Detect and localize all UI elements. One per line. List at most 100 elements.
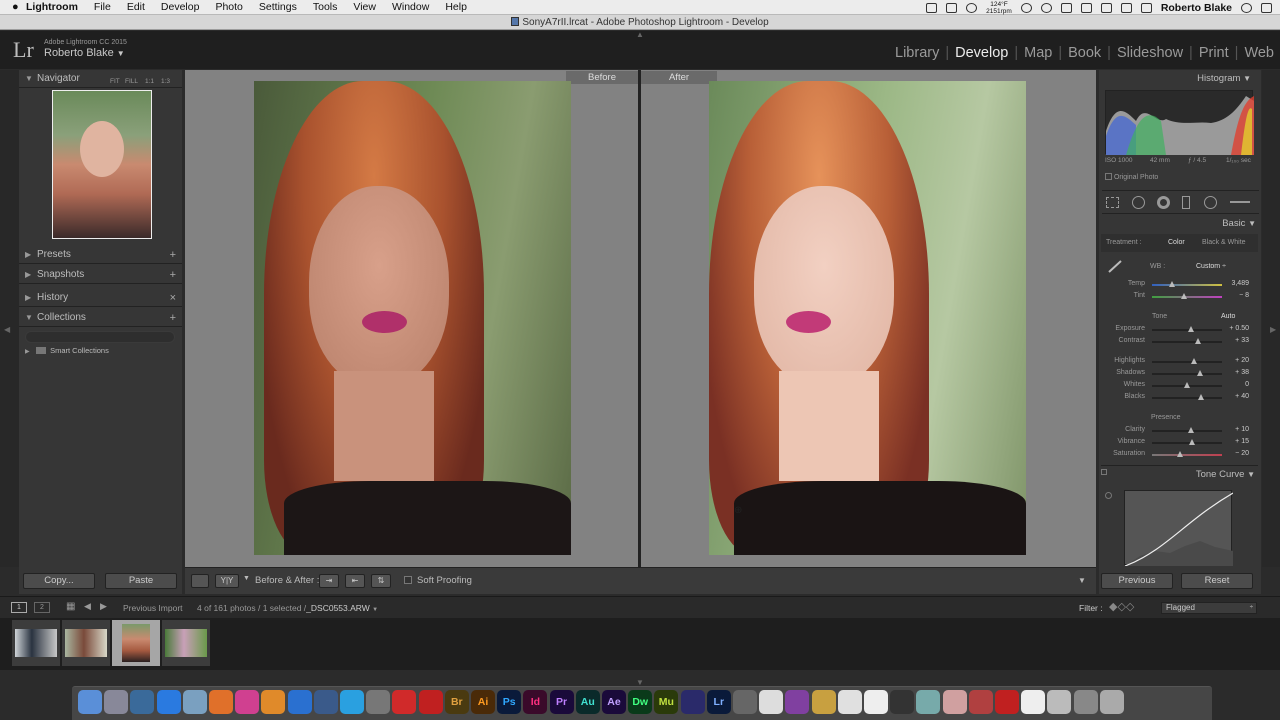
eyedropper-icon[interactable] xyxy=(1106,258,1128,274)
loupe-view-button[interactable] xyxy=(191,574,209,588)
slider-knob[interactable] xyxy=(1187,326,1194,332)
grid-view-icon[interactable]: ▦ xyxy=(66,601,75,612)
slider-knob[interactable] xyxy=(1195,338,1202,344)
dock-firefox-icon[interactable] xyxy=(209,690,233,714)
menu-file[interactable]: File xyxy=(94,1,111,13)
after-photo[interactable] xyxy=(709,81,1026,555)
dock-calendar-icon[interactable] xyxy=(864,690,888,714)
slider-knob[interactable] xyxy=(1184,382,1190,388)
source-label[interactable]: Previous Import xyxy=(123,603,183,613)
menu-app[interactable]: Lightroom xyxy=(26,1,78,13)
forward-arrow-icon[interactable]: ▶ xyxy=(100,601,107,612)
auto-button[interactable]: Auto xyxy=(1221,313,1235,320)
module-book[interactable]: Book xyxy=(1062,45,1107,61)
menu-develop[interactable]: Develop xyxy=(161,1,200,13)
battery-icon[interactable] xyxy=(1140,2,1152,13)
slider-value[interactable]: + 40 xyxy=(1223,393,1249,400)
dock-photos2-icon[interactable] xyxy=(916,690,941,714)
smart-collections-item[interactable]: ▶ Smart Collections xyxy=(25,346,109,355)
reset-button[interactable]: Reset xyxy=(1181,573,1253,589)
menu-photo[interactable]: Photo xyxy=(215,1,242,13)
filmstrip-thumb[interactable] xyxy=(12,620,60,666)
dock-mission-icon[interactable] xyxy=(130,690,155,714)
dock-filezilla-icon[interactable] xyxy=(995,690,1019,714)
slider-track[interactable] xyxy=(1152,454,1222,456)
slider-value[interactable]: + 38 xyxy=(1223,369,1249,376)
add-snapshot-icon[interactable]: + xyxy=(170,266,176,284)
left-panel-toggle-icon[interactable]: ◀ xyxy=(4,325,10,334)
before-photo[interactable] xyxy=(254,81,571,555)
nav-1to1[interactable]: 1:1 xyxy=(145,73,154,91)
panel-switch-icon[interactable] xyxy=(1101,469,1107,475)
dock-lr-icon[interactable]: Lr xyxy=(706,690,731,714)
slider-knob[interactable] xyxy=(1177,451,1183,457)
collections-search-input[interactable] xyxy=(25,331,175,343)
dock-br-icon[interactable]: Br xyxy=(444,690,469,714)
dock-ibooks-icon[interactable] xyxy=(261,690,286,714)
filmstrip-thumb[interactable] xyxy=(162,620,210,666)
menu-edit[interactable]: Edit xyxy=(127,1,145,13)
swap-button[interactable]: ⇅ xyxy=(371,574,391,588)
histogram-header[interactable]: Histogram ▼ xyxy=(1197,73,1251,84)
slider-track[interactable] xyxy=(1152,397,1222,399)
presets-header[interactable]: ▶ Presets + xyxy=(19,246,182,264)
history-header[interactable]: ▶ History × xyxy=(19,289,182,307)
cloud-icon[interactable] xyxy=(966,2,978,13)
slider-value[interactable]: − 20 xyxy=(1223,450,1249,457)
crop-icon[interactable] xyxy=(1106,197,1119,208)
snapshots-header[interactable]: ▶ Snapshots + xyxy=(19,266,182,284)
module-develop[interactable]: Develop xyxy=(949,45,1014,61)
user-plate[interactable]: Roberto Blake ▼ xyxy=(44,47,125,59)
dock-ps-icon[interactable]: Ps xyxy=(497,690,522,714)
module-slideshow[interactable]: Slideshow xyxy=(1111,45,1189,61)
chevron-down-icon[interactable]: ▼ xyxy=(243,575,250,582)
module-web[interactable]: Web xyxy=(1238,45,1280,61)
dock-files-icon[interactable] xyxy=(1047,690,1072,714)
adjustment-brush-icon[interactable] xyxy=(1230,201,1250,203)
dock-launchpad-icon[interactable] xyxy=(104,690,129,714)
dock-acrobat-icon[interactable] xyxy=(418,690,443,714)
slider-track[interactable] xyxy=(1152,341,1222,343)
temperature-readout[interactable]: 124°F 2151rpm xyxy=(986,1,1012,15)
dock-piano-icon[interactable] xyxy=(890,690,915,714)
nav-fill[interactable]: FILL xyxy=(125,73,138,91)
target-adjust-icon[interactable] xyxy=(1105,492,1112,499)
dock-onenote-icon[interactable] xyxy=(785,690,810,714)
navigator-header[interactable]: ▼ Navigator FIT FILL 1:1 1:3 xyxy=(19,70,182,88)
dock-dropbox-icon[interactable] xyxy=(287,690,312,714)
radial-filter-icon[interactable] xyxy=(1204,196,1217,209)
menu-help[interactable]: Help xyxy=(445,1,467,13)
slider-value[interactable]: + 10 xyxy=(1223,426,1249,433)
dock-textedit-icon[interactable] xyxy=(1021,690,1046,714)
before-after-view-button[interactable]: Y|Y xyxy=(215,574,239,588)
dock-edge-icon[interactable] xyxy=(680,690,705,714)
dock-notes-icon[interactable] xyxy=(759,690,784,714)
filmstrip-thumb[interactable] xyxy=(62,620,110,666)
paste-button[interactable]: Paste xyxy=(105,573,177,589)
copy-before-to-after-button[interactable]: ⇥ xyxy=(319,574,339,588)
treatment-color[interactable]: Color xyxy=(1168,239,1185,246)
dock-creative-cloud-icon[interactable] xyxy=(392,690,417,714)
dock-finder-icon[interactable] xyxy=(78,690,102,714)
red-eye-icon[interactable] xyxy=(1157,196,1170,209)
home-icon[interactable] xyxy=(946,2,958,13)
graduated-filter-icon[interactable] xyxy=(1182,196,1190,209)
module-library[interactable]: Library xyxy=(889,45,945,61)
histogram[interactable] xyxy=(1105,90,1254,155)
module-map[interactable]: Map xyxy=(1018,45,1058,61)
dock-trash-icon[interactable] xyxy=(1099,690,1124,714)
slider-value[interactable]: + 20 xyxy=(1223,357,1249,364)
filmstrip-info[interactable]: 4 of 161 photos / 1 selected /_DSC0553.A… xyxy=(197,603,378,613)
collections-header[interactable]: ▼ Collections + xyxy=(19,309,182,327)
user-name[interactable]: Roberto Blake xyxy=(1161,2,1232,14)
slider-knob[interactable] xyxy=(1197,370,1204,376)
filter-dropdown[interactable]: Flagged ÷ xyxy=(1161,602,1257,614)
tone-curve-header[interactable]: Tone Curve ▼ xyxy=(1101,465,1258,482)
dock-disk-icon[interactable] xyxy=(1073,690,1098,714)
wifi-icon[interactable] xyxy=(1080,2,1092,13)
basic-header[interactable]: Basic ▼ xyxy=(1150,218,1256,229)
slider-track[interactable] xyxy=(1152,284,1222,286)
nav-1to3[interactable]: 1:3 xyxy=(161,73,170,91)
previous-button[interactable]: Previous xyxy=(1101,573,1173,589)
dock-preview-icon[interactable] xyxy=(182,690,207,714)
